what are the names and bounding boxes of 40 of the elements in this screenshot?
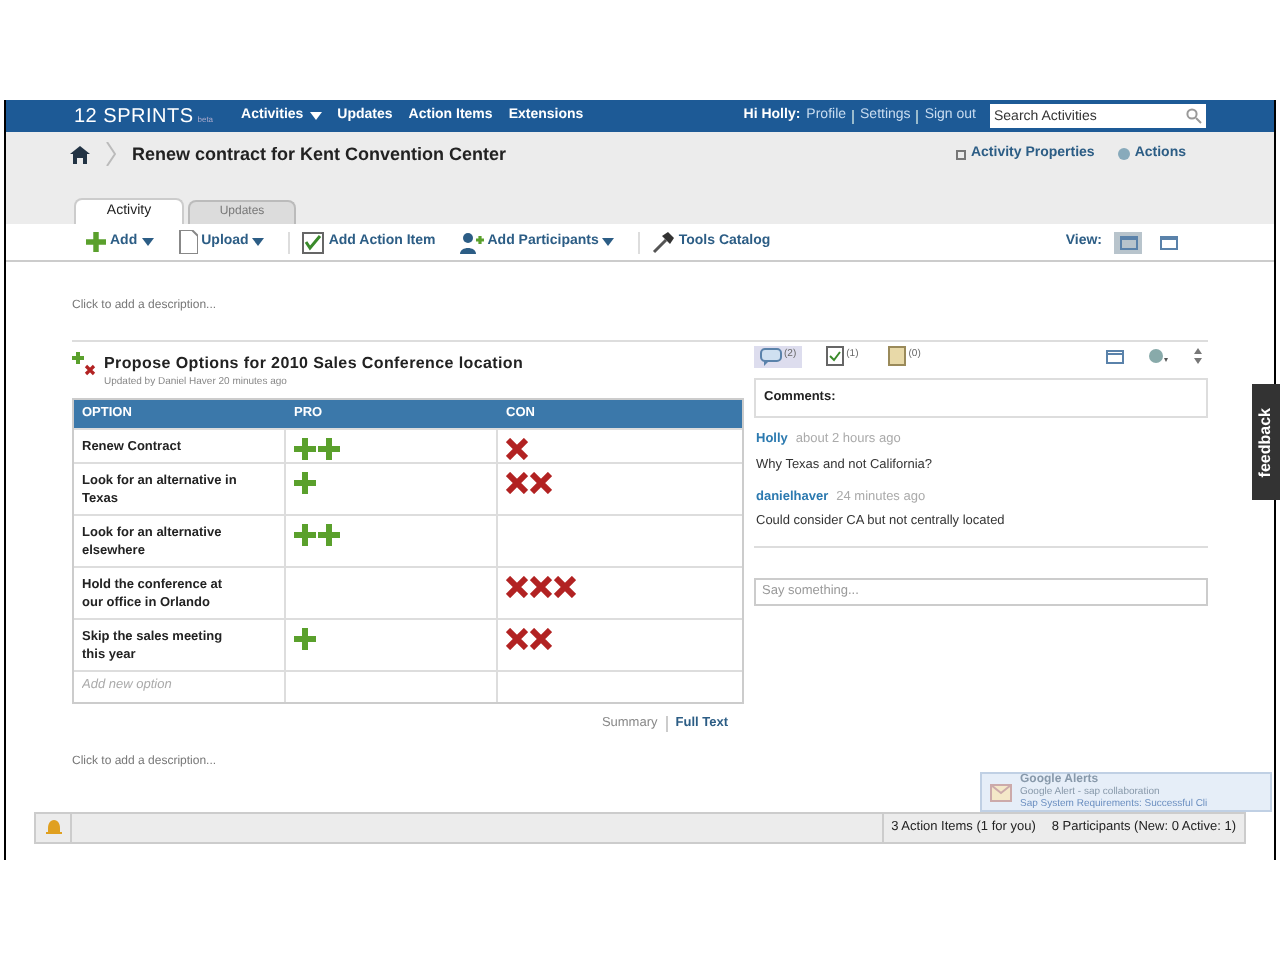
- plus-icon: [318, 437, 340, 460]
- caret-icon: [309, 112, 322, 121]
- file-icon: [888, 346, 907, 367]
- feedback-tab[interactable]: feedback: [1252, 384, 1280, 500]
- activity-title: Renew contract for Kent Convention Center: [132, 141, 507, 168]
- plus-icon: [294, 437, 316, 460]
- cross-icon: [530, 627, 552, 650]
- caret-icon: [141, 238, 154, 247]
- expand-icon: [956, 149, 967, 160]
- people-icon: [459, 231, 484, 254]
- view-toggle[interactable]: [1154, 231, 1182, 254]
- plus-icon: [318, 523, 340, 546]
- tool-title: Propose Options for 2010 Sales Conference location: [104, 352, 524, 376]
- view-toggle[interactable]: [1114, 231, 1142, 254]
- plus-icon: [294, 627, 316, 650]
- cross-icon: [506, 437, 528, 460]
- logo[interactable]: 12 SPRINTS: [74, 101, 194, 132]
- pros-cons-icon: [72, 352, 96, 377]
- caret-icon: [602, 238, 615, 247]
- hammer-icon: [652, 231, 675, 254]
- home-icon[interactable]: [70, 145, 90, 164]
- window-icon[interactable]: [1106, 349, 1124, 364]
- cross-icon: [506, 471, 528, 494]
- cross-icon: [530, 471, 552, 494]
- caret-icon: [252, 238, 265, 247]
- checklist-icon: [302, 231, 325, 254]
- envelope-icon: [990, 783, 1012, 801]
- cross-icon: [554, 575, 576, 598]
- plus-icon: [86, 232, 106, 253]
- cross-icon: [530, 575, 552, 598]
- plus-icon: [294, 523, 316, 546]
- speech-bubble-icon: [760, 347, 782, 366]
- document-icon: [177, 230, 198, 255]
- search-icon[interactable]: [1186, 108, 1202, 125]
- cross-icon: [506, 575, 528, 598]
- checklist-icon: [826, 346, 845, 367]
- cross-icon: [506, 627, 528, 650]
- sort-icon[interactable]: [1192, 348, 1208, 365]
- plus-icon: [294, 471, 316, 494]
- chevron-icon: [106, 142, 116, 167]
